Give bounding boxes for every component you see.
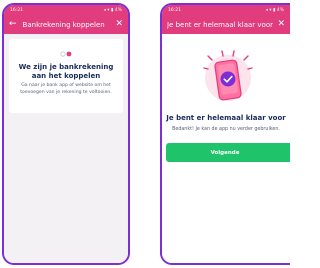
close-icon[interactable]: ✕ [115, 20, 123, 29]
next-button[interactable]: Volgende [166, 143, 290, 162]
phone-screen-done: 16:21 ◂ ▾ ▮ 4% Je bent er helemaal klaar… [160, 3, 290, 265]
content-area: We zijn je bankrekening aan het koppelen… [4, 34, 128, 263]
app-bar: Je bent er helemaal klaar voor ✕ [162, 15, 290, 34]
linking-heading: We zijn je bankrekening aan het koppelen [18, 63, 114, 80]
phone-checkmark-illustration-icon [200, 48, 256, 110]
status-icons: ◂ ▾ ▮ 4% [103, 7, 122, 13]
back-arrow-icon[interactable]: ← [9, 20, 17, 29]
content-area: Je bent er helemaal klaar voor Bedankt! … [162, 34, 290, 263]
done-description: Bedankt! Je kan de app nu verder gebruik… [172, 127, 280, 132]
done-heading: Je bent er helemaal klaar voor [166, 114, 286, 122]
app-bar: ← Bankrekening koppelen ✕ [4, 15, 128, 34]
phone-screen-linking: 16:21 ◂ ▾ ▮ 4% ← Bankrekening koppelen ✕… [2, 3, 130, 265]
status-bar: 16:21 ◂ ▾ ▮ 4% [4, 5, 128, 15]
page-title: Bankrekening koppelen [22, 20, 105, 29]
status-bar: 16:21 ◂ ▾ ▮ 4% [162, 5, 290, 15]
linking-card: We zijn je bankrekening aan het koppelen… [9, 39, 123, 113]
status-icons: ◂ ▾ ▮ 4% [265, 7, 284, 13]
status-time: 16:21 [168, 7, 181, 13]
loading-dots-icon [9, 49, 123, 59]
linking-description: Ga naar je bank app of website om het to… [20, 83, 112, 95]
status-time: 16:21 [10, 7, 23, 13]
close-icon[interactable]: ✕ [277, 20, 285, 29]
page-title: Je bent er helemaal klaar voor [167, 20, 273, 29]
